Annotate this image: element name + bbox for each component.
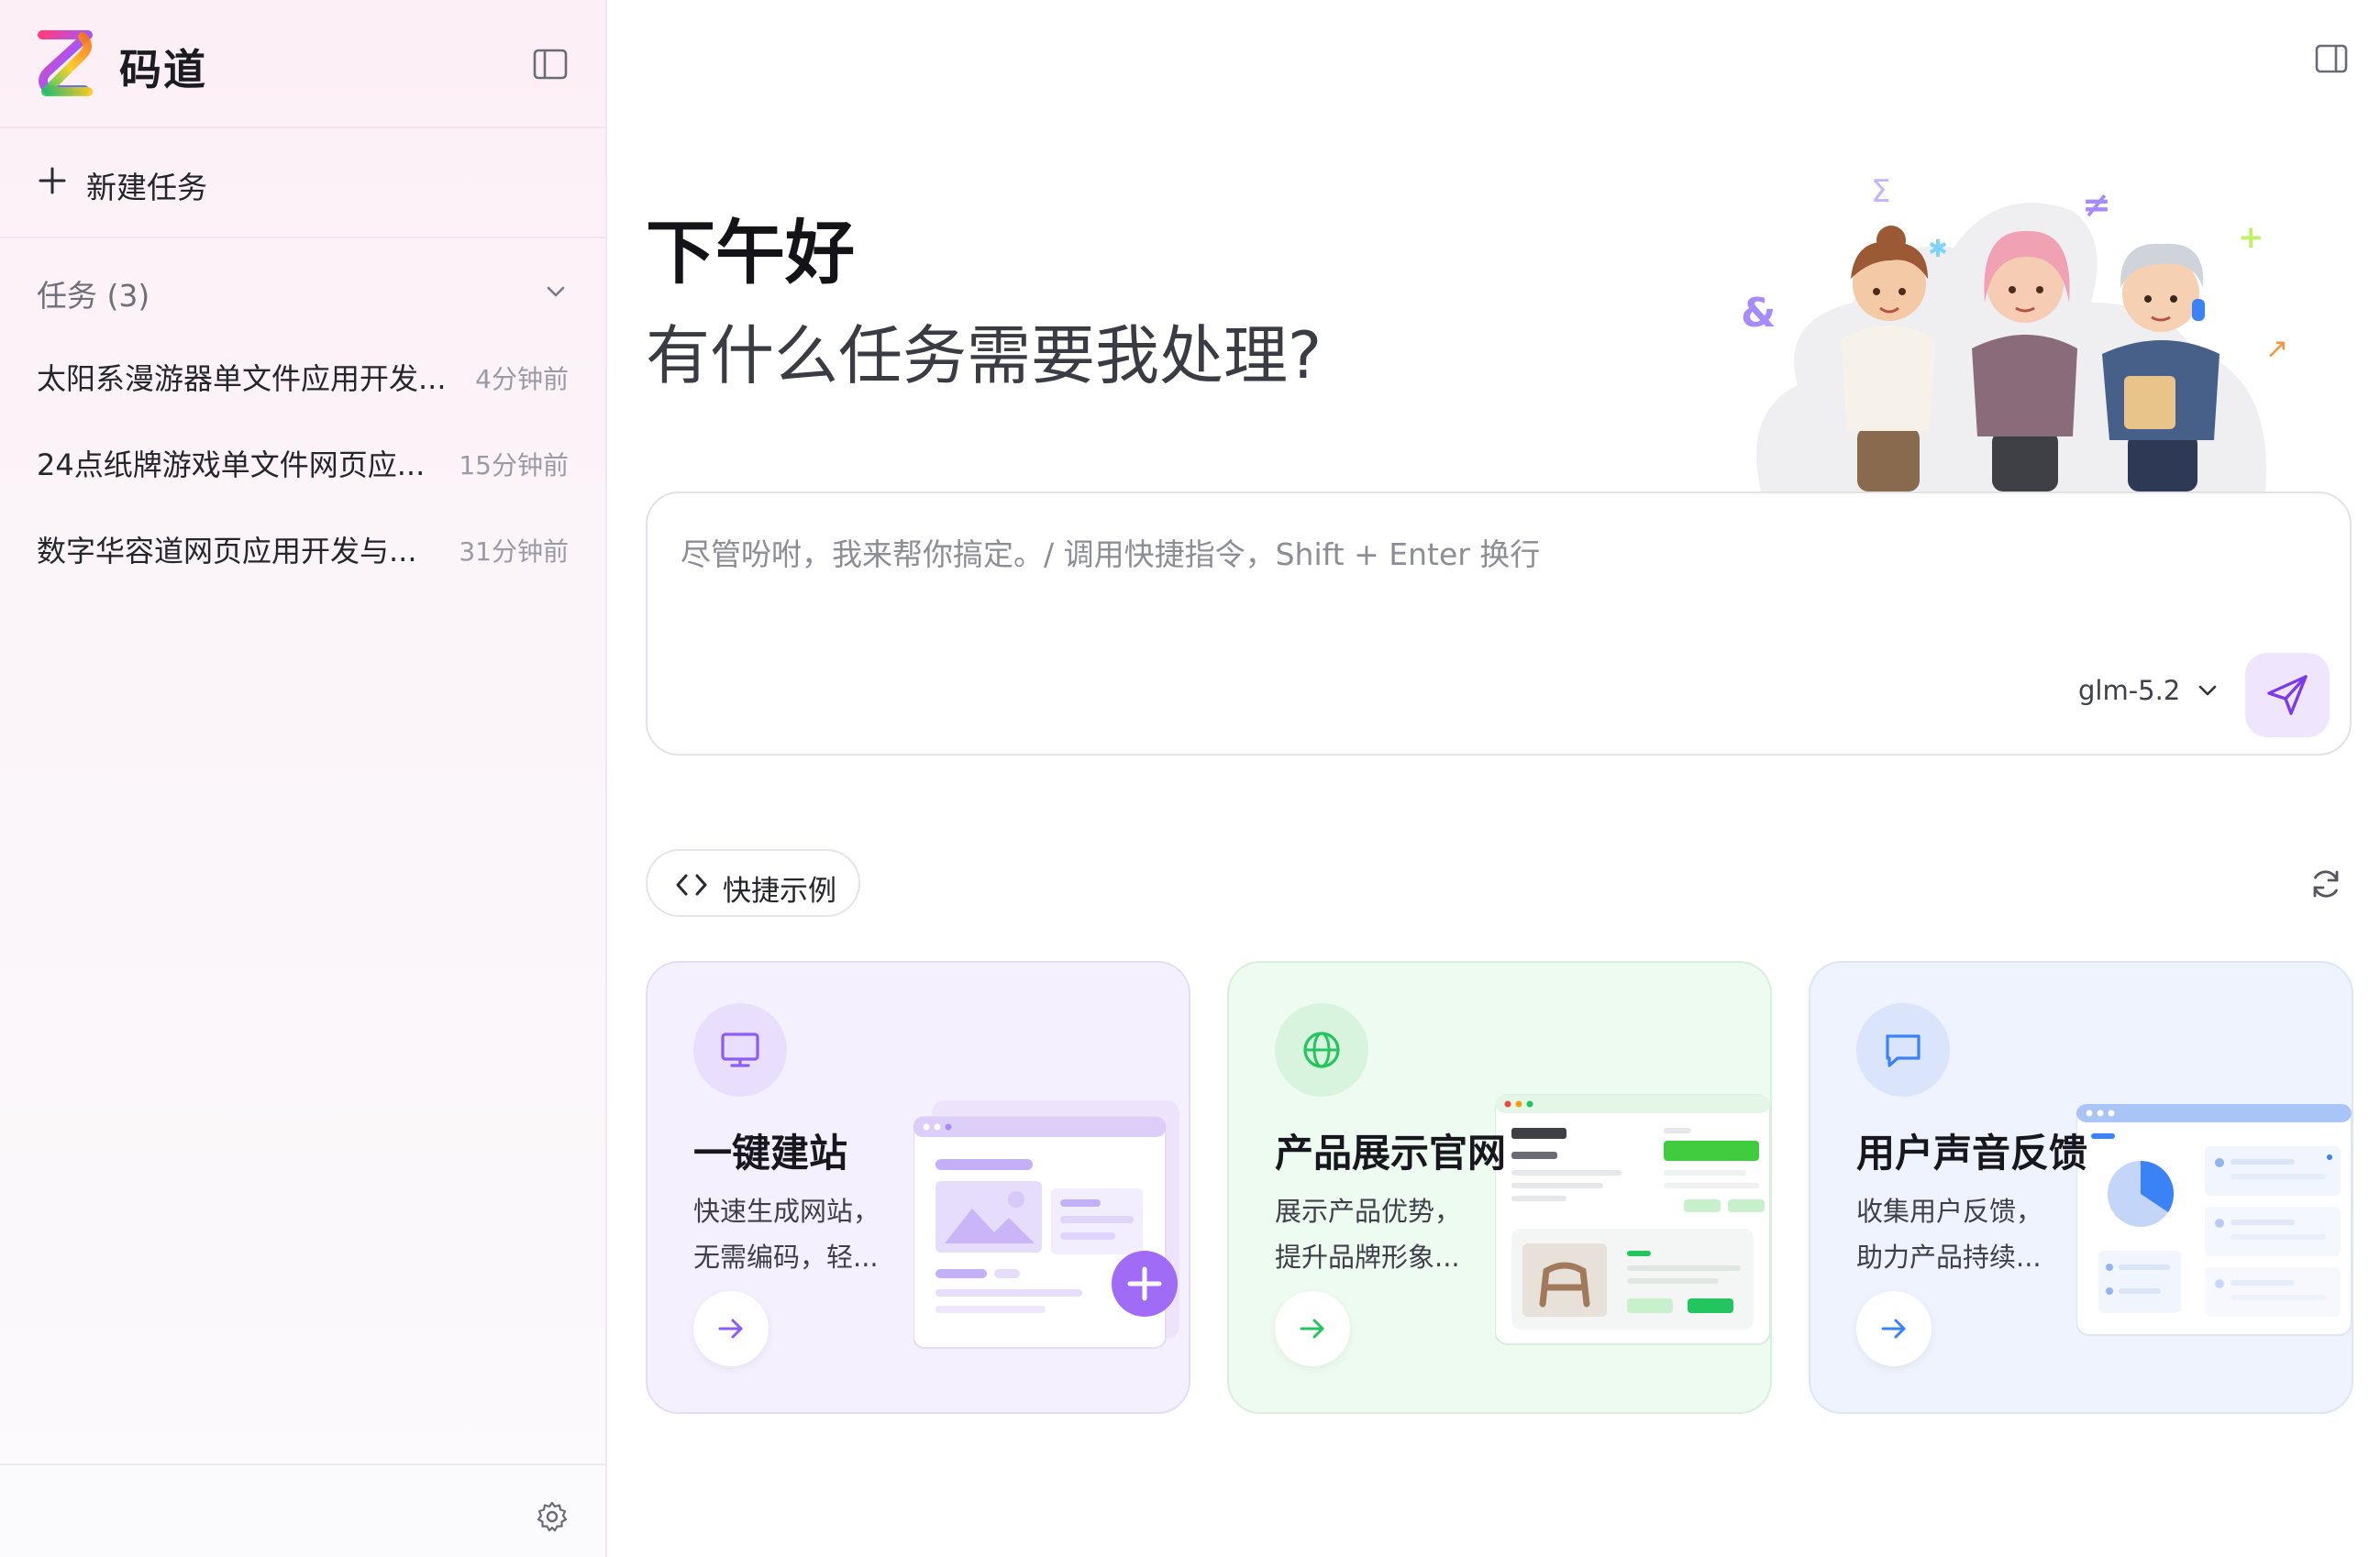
task-time: 4分钟前 [475, 364, 569, 394]
card-title: 用户声音反馈 [1856, 1131, 2088, 1176]
website-preview-illustration [913, 1100, 1179, 1349]
chevron-down-icon [2199, 685, 2217, 696]
quick-examples-label: 快捷示例 [723, 875, 836, 908]
task-time: 31分钟前 [459, 536, 569, 567]
monitor-icon [721, 1032, 759, 1067]
plus-icon [39, 167, 66, 194]
arrow-right-icon [1300, 1319, 1324, 1339]
card-arrow-button[interactable] [693, 1291, 769, 1366]
task-input[interactable] [681, 530, 2295, 640]
task-item[interactable]: 24点纸牌游戏单文件网页应... 15分钟前 [18, 424, 587, 497]
greeting-heading: 下午好 [646, 212, 855, 293]
card-arrow-button[interactable] [1275, 1291, 1350, 1366]
task-item[interactable]: 数字华容道网页应用开发与... 31分钟前 [18, 510, 587, 583]
app-logo-icon [38, 30, 93, 96]
globe-icon-badge [1275, 1003, 1368, 1097]
product-site-preview-illustration [1495, 1094, 1770, 1345]
monitor-icon-badge [693, 1003, 787, 1097]
right-panel-toggle-icon[interactable] [2313, 40, 2350, 77]
chat-icon [1886, 1034, 1921, 1067]
svg-text:✱: ✱ [1928, 236, 1948, 263]
example-card-website[interactable]: 一键建站 快速生成网站，无需编码，轻... [646, 961, 1190, 1414]
card-description: 收集用户反馈，助力产品持续... [1856, 1196, 2043, 1273]
svg-text:≠: ≠ [2082, 184, 2111, 225]
task-title: 数字华容道网页应用开发与... [37, 534, 417, 569]
new-task-label: 新建任务 [86, 170, 207, 205]
task-group-label: 任务 (3) [37, 278, 150, 314]
model-selector[interactable]: glm-5.2 [2078, 675, 2219, 715]
chevron-down-icon [547, 286, 565, 297]
card-arrow-button[interactable] [1856, 1291, 1932, 1366]
sidebar-header: 码道 [0, 0, 605, 128]
example-card-user-feedback[interactable]: 用户声音反馈 收集用户反馈，助力产品持续... [1809, 961, 2353, 1414]
arrow-right-icon [1881, 1319, 1906, 1339]
gear-icon[interactable] [536, 1500, 569, 1533]
sidebar-footer [0, 1463, 605, 1557]
task-group-toggle[interactable]: 任务 (3) [37, 271, 569, 314]
card-description: 快速生成网站，无需编码，轻... [693, 1196, 880, 1273]
refresh-icon[interactable] [2308, 866, 2344, 902]
feedback-dashboard-preview-illustration [2076, 1104, 2352, 1336]
card-title: 产品展示官网 [1275, 1131, 1507, 1176]
task-item[interactable]: 太阳系漫游器单文件应用开发... 4分钟前 [18, 337, 587, 411]
brand-name: 码道 [119, 45, 207, 94]
code-icon [676, 874, 707, 896]
svg-text:+: + [2238, 219, 2264, 256]
send-icon [2267, 675, 2308, 715]
task-input-box: glm-5.2 [646, 491, 2352, 756]
task-title: 太阳系漫游器单文件应用开发... [37, 361, 447, 396]
svg-text:Σ: Σ [1871, 173, 1890, 210]
new-task-button[interactable]: 新建任务 [0, 130, 605, 238]
svg-text:&: & [1741, 290, 1776, 337]
arrow-right-icon [718, 1319, 743, 1339]
sidebar: 码道 新建任务 任务 (3) 太阳系漫游器单文件应用开发... 4分钟前 24点… [0, 0, 607, 1557]
card-description: 展示产品优势，提升品牌形象... [1275, 1196, 1462, 1273]
task-time: 15分钟前 [459, 450, 569, 480]
svg-text:↗: ↗ [2265, 333, 2288, 365]
task-title: 24点纸牌游戏单文件网页应... [37, 447, 426, 482]
example-card-product-site[interactable]: 产品展示官网 展示产品优势，提升品牌形象... [1227, 961, 1772, 1414]
chat-icon-badge [1856, 1003, 1950, 1097]
sidebar-collapse-icon[interactable] [530, 44, 570, 84]
send-button[interactable] [2245, 653, 2330, 737]
card-title: 一键建站 [693, 1131, 848, 1176]
quick-examples-button[interactable]: 快捷示例 [646, 849, 860, 917]
globe-icon [1303, 1032, 1340, 1068]
team-illustration: & Σ ≠ ✱ + ↗ [1741, 173, 2288, 491]
model-selected-label: glm-5.2 [2078, 675, 2181, 706]
prompt-question: 有什么任务需要我处理? [646, 318, 1323, 393]
